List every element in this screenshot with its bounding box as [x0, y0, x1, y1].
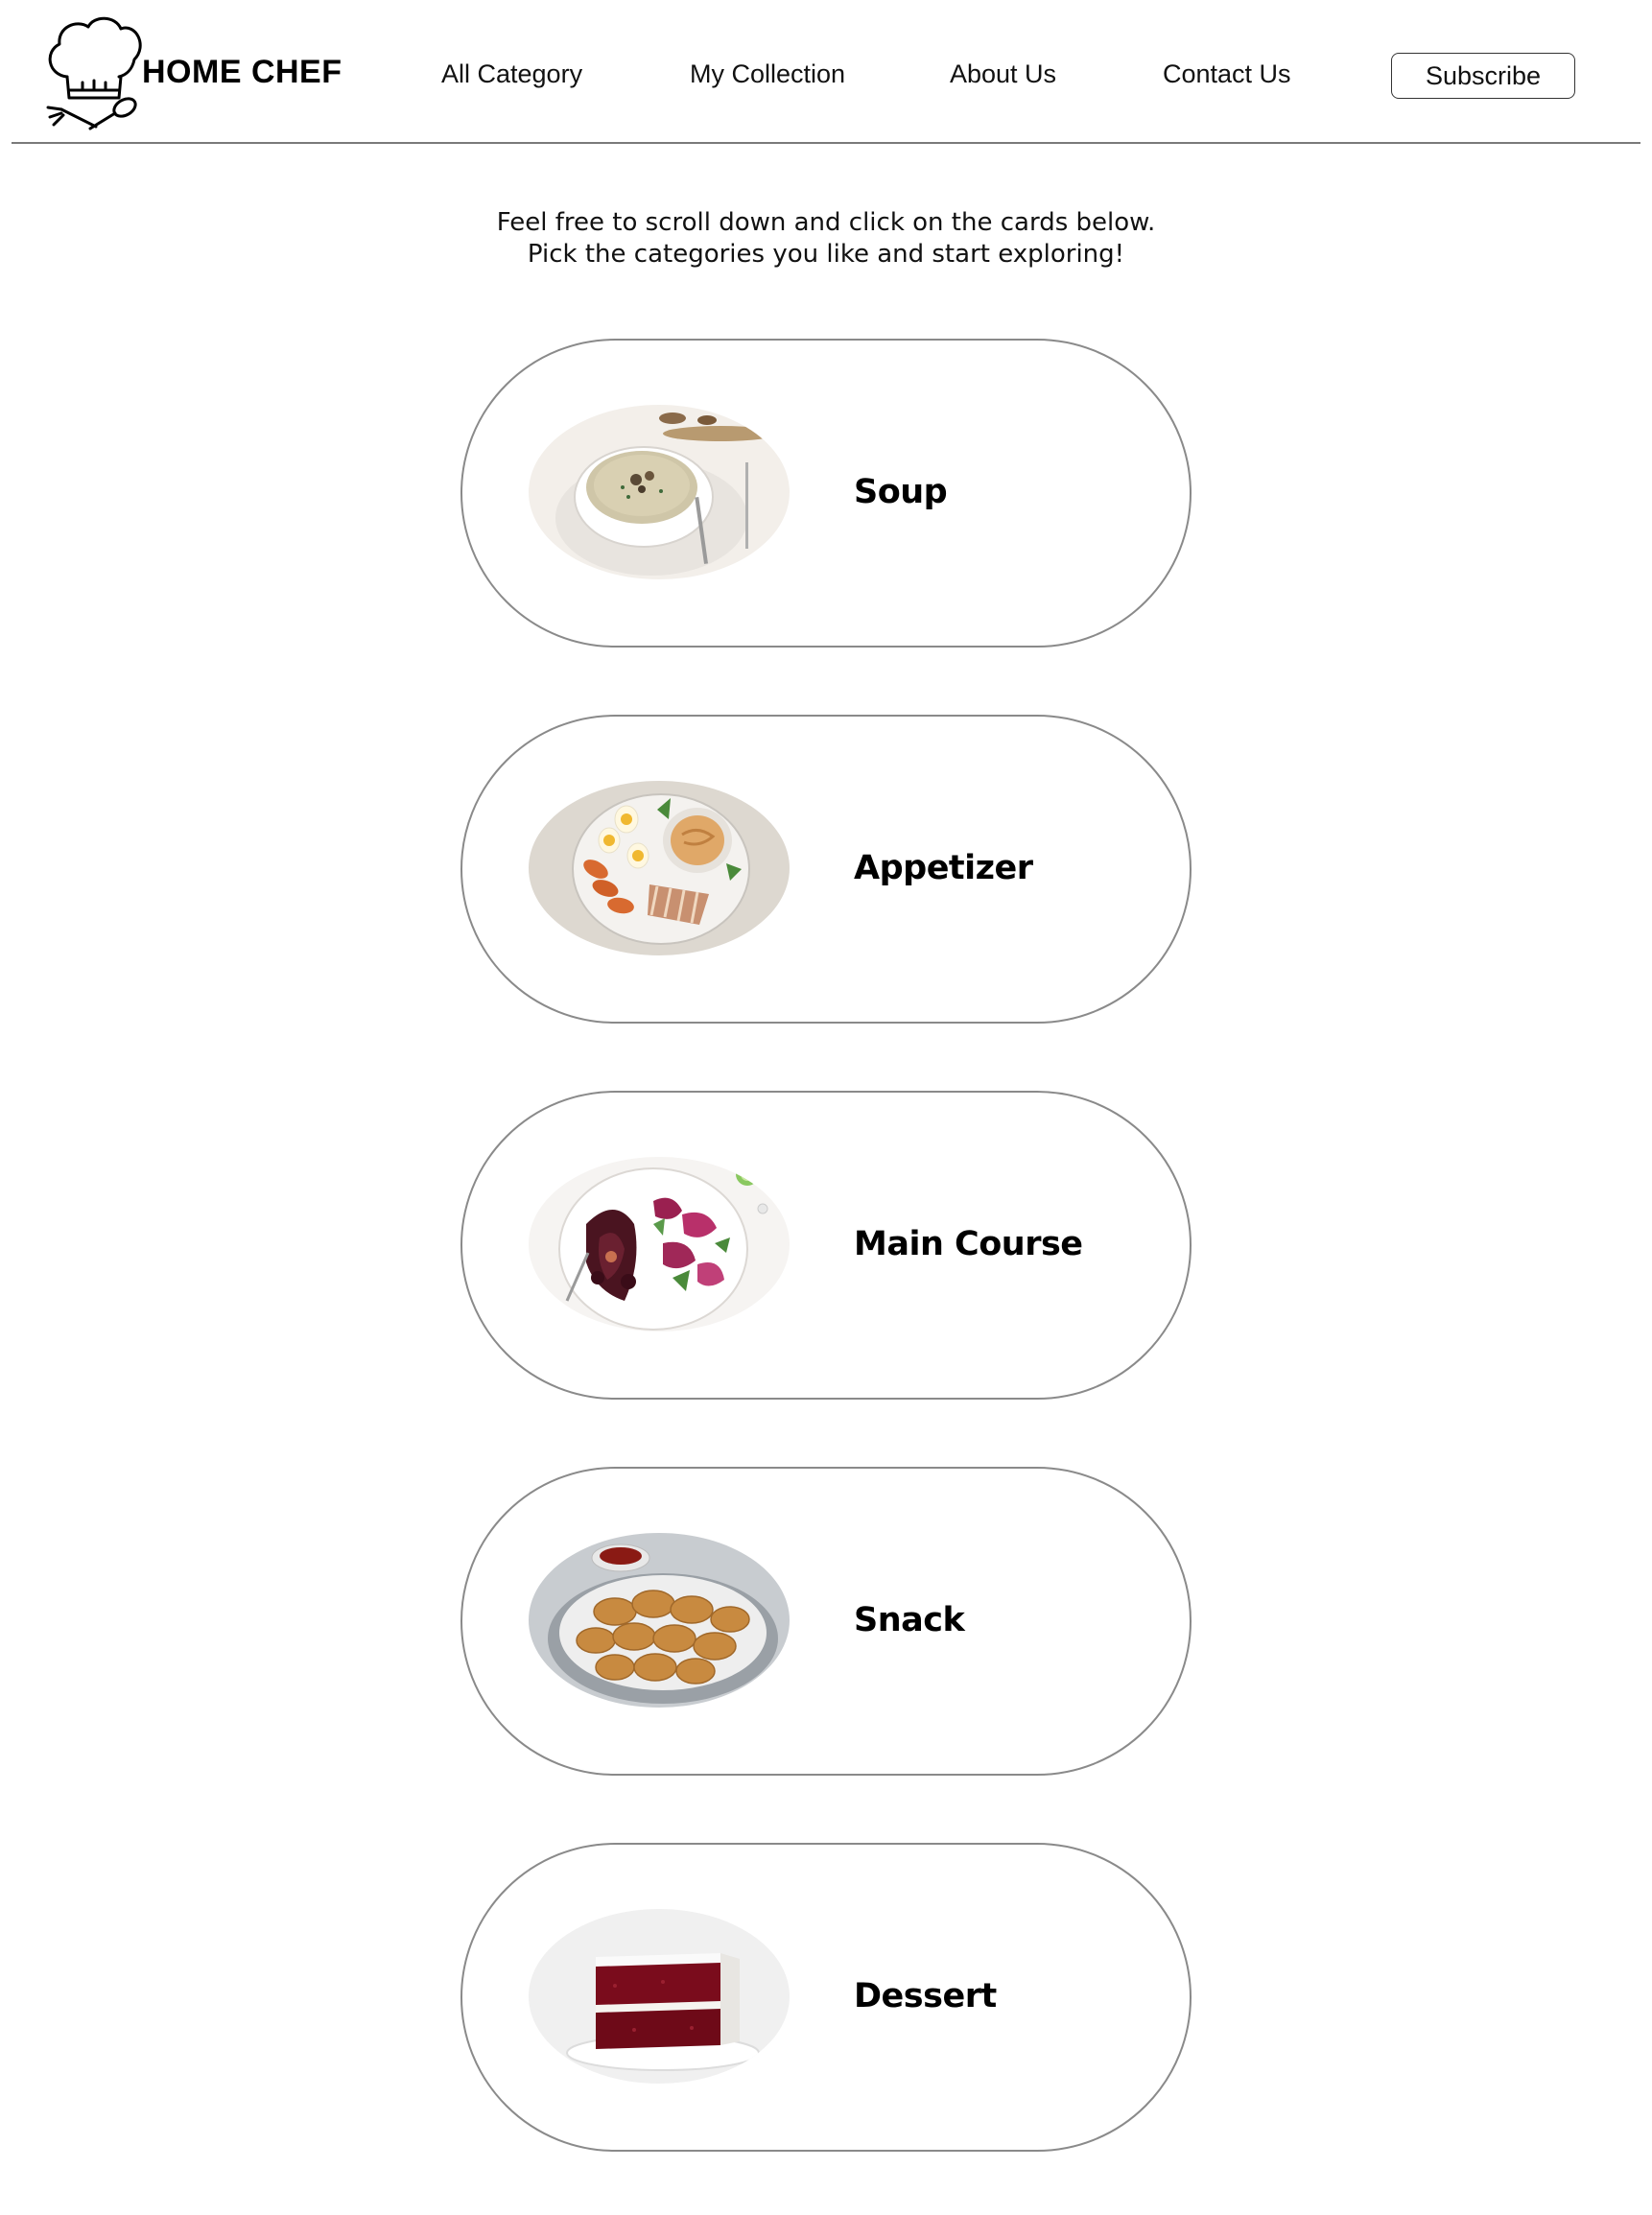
category-card-appetizer[interactable]: Appetizer — [460, 715, 1192, 1024]
site-header: HOME CHEF All Category My Collection Abo… — [12, 0, 1640, 144]
intro-line-2: Pick the categories you like and start e… — [527, 240, 1125, 269]
brand-name[interactable]: HOME CHEF — [142, 54, 342, 91]
snack-image — [529, 1533, 790, 1708]
chef-hat-icon[interactable] — [40, 13, 146, 134]
nav-all-category[interactable]: All Category — [441, 59, 582, 89]
nav-about-us[interactable]: About Us — [950, 59, 1056, 89]
intro-text: Feel free to scroll down and click on th… — [0, 207, 1652, 271]
dessert-image — [529, 1909, 790, 2084]
category-card-soup[interactable]: Soup — [460, 339, 1192, 648]
category-label-soup: Soup — [854, 473, 948, 511]
category-label-snack: Snack — [854, 1601, 965, 1639]
nav-my-collection[interactable]: My Collection — [690, 59, 845, 89]
category-label-dessert: Dessert — [854, 1977, 997, 2015]
category-card-snack[interactable]: Snack — [460, 1467, 1192, 1776]
category-card-main-course[interactable]: Main Course — [460, 1091, 1192, 1400]
category-label-appetizer: Appetizer — [854, 849, 1033, 887]
category-card-dessert[interactable]: Dessert — [460, 1843, 1192, 2152]
soup-image — [529, 405, 790, 579]
appetizer-image — [529, 781, 790, 955]
main-course-image — [529, 1157, 790, 1331]
category-label-main-course: Main Course — [854, 1225, 1083, 1263]
intro-line-1: Feel free to scroll down and click on th… — [496, 208, 1156, 237]
nav-contact-us[interactable]: Contact Us — [1163, 59, 1291, 89]
subscribe-button[interactable]: Subscribe — [1391, 53, 1575, 99]
